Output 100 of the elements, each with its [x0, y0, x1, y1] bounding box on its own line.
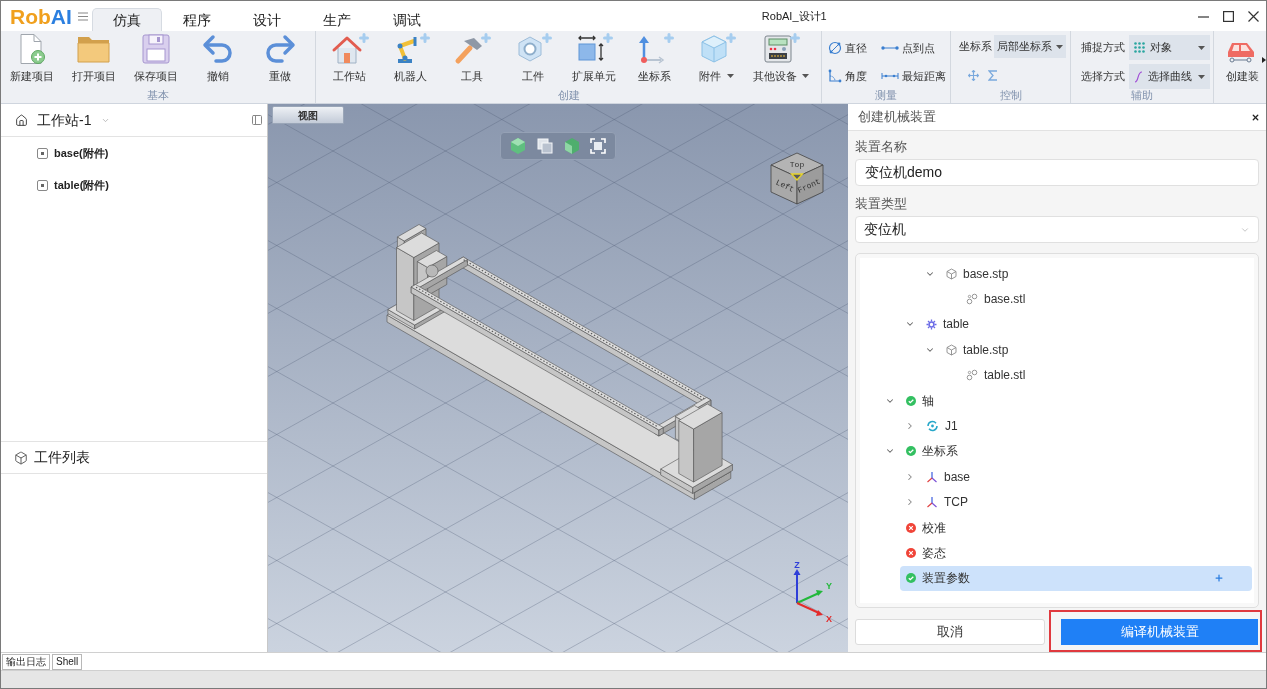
stacked-squares-icon[interactable]: [536, 137, 554, 155]
axis-label: Z: [794, 560, 800, 570]
ribbon-button[interactable]: 附件: [685, 33, 750, 83]
tree-item[interactable]: 轴: [900, 388, 1252, 414]
workstation-dropdown[interactable]: 工作站-1: [37, 109, 111, 131]
window-title: RobAI_设计1: [761, 8, 827, 24]
tree-item[interactable]: base.stp: [940, 261, 1252, 287]
axes-icon: [926, 470, 938, 483]
ribbon-button[interactable]: 保存项目: [125, 33, 187, 83]
tree-item[interactable]: base.stl: [960, 286, 1252, 312]
tree-item[interactable]: TCP: [920, 489, 1252, 515]
panel-title: 创建机械装置: [858, 108, 936, 127]
caret-icon: [1198, 45, 1206, 50]
chevron-right-icon[interactable]: [905, 497, 915, 508]
scroll-right-icon[interactable]: [1262, 57, 1266, 63]
ribbon-button[interactable]: 创建装: [1222, 33, 1262, 83]
tree-item[interactable]: table.stp: [940, 337, 1252, 363]
ribbon-button[interactable]: 扩展单元: [563, 33, 625, 83]
output-tab[interactable]: 输出日志: [2, 653, 50, 670]
measure-tool-button[interactable]: 角度: [827, 62, 872, 90]
group-title: 测量: [875, 89, 898, 102]
axes-icon: [636, 33, 674, 65]
workstation-item[interactable]: table(附件): [1, 169, 267, 201]
mode-dropdown[interactable]: 对象: [1129, 35, 1211, 60]
close-icon[interactable]: [1248, 10, 1259, 22]
group-title: 基本: [147, 89, 170, 102]
ribbon-button[interactable]: 工件: [502, 33, 564, 83]
hammer-icon: [453, 33, 491, 65]
ribbon-button[interactable]: 机器人: [380, 33, 442, 83]
point-to-point-icon: [881, 45, 900, 51]
field-label: 选择方式: [1081, 69, 1126, 85]
tree-item[interactable]: base: [920, 464, 1252, 490]
app-logo: RobAI: [9, 5, 72, 27]
sigma-icon[interactable]: [988, 70, 999, 81]
group-title: 创建: [557, 89, 580, 102]
house-icon: [331, 33, 369, 65]
cube-outline-icon: [946, 343, 957, 356]
diameter-icon: [827, 41, 842, 55]
measure-tool-button[interactable]: 点到点: [881, 34, 951, 62]
rotation-icon: [926, 420, 939, 433]
circles-icon: [966, 369, 978, 382]
ribbon-button[interactable]: 重做: [249, 33, 311, 83]
measure-tool-button[interactable]: 直径: [827, 34, 872, 62]
field-label: 装置名称: [855, 139, 908, 155]
group-title: 辅助: [1131, 89, 1154, 102]
angle-icon: [827, 69, 842, 83]
cancel-button[interactable]: 取消: [855, 619, 1045, 645]
name-input[interactable]: 变位机demo: [855, 159, 1259, 186]
workstation-item[interactable]: base(附件): [1, 137, 267, 169]
tree-item[interactable]: table: [920, 311, 1252, 337]
axis-label: Y: [826, 581, 832, 591]
chevron-right-icon[interactable]: [905, 471, 915, 482]
menu-tab[interactable]: 仿真: [91, 8, 162, 31]
view-tab[interactable]: 视图: [272, 106, 344, 124]
cube-view-icon[interactable]: [564, 137, 580, 155]
cube-view-icon[interactable]: [510, 137, 526, 155]
output-tab[interactable]: Shell: [52, 653, 83, 670]
section-title: 工件列表: [34, 448, 90, 467]
ribbon-button[interactable]: 工作站: [319, 33, 381, 83]
field-label: 装置类型: [855, 196, 908, 212]
compile-button[interactable]: 编译机械装置: [1061, 619, 1258, 645]
tree-item[interactable]: 姿态: [900, 540, 1252, 566]
min-distance-icon: [881, 72, 900, 80]
new-document-icon: [17, 33, 47, 65]
move-icon[interactable]: [968, 70, 980, 81]
chevron-right-icon[interactable]: [905, 421, 915, 432]
field-label: 坐标系: [959, 39, 993, 55]
ribbon-button[interactable]: 新建项目: [1, 33, 63, 83]
tree-item[interactable]: J1: [920, 413, 1252, 439]
maximize-icon[interactable]: [1223, 10, 1234, 22]
tree-item[interactable]: 校准: [900, 515, 1252, 541]
cube-face-label: Top: [789, 160, 805, 169]
tree-item[interactable]: 装置参数: [900, 565, 1252, 591]
fit-view-icon[interactable]: [590, 138, 606, 154]
ribbon-button[interactable]: 坐标系: [624, 33, 686, 83]
cube-outline-icon: [946, 267, 957, 280]
ribbon-button[interactable]: 打开项目: [63, 33, 125, 83]
tree-item[interactable]: 坐标系: [900, 438, 1252, 464]
home-icon: [15, 113, 28, 127]
close-icon[interactable]: [1251, 112, 1260, 122]
measure-tool-button[interactable]: 最短距离: [881, 62, 951, 90]
ribbon-button[interactable]: 撤销: [187, 33, 249, 83]
menu-icon[interactable]: [77, 11, 88, 21]
caret-icon: [1056, 44, 1064, 49]
ribbon-button[interactable]: 其他设备: [749, 33, 814, 83]
cube-icon: [698, 33, 737, 65]
tree-item[interactable]: table.stl: [960, 362, 1252, 388]
caret-icon: [1198, 74, 1206, 79]
cube-icon: [14, 450, 28, 465]
coordinate-dropdown[interactable]: 局部坐标系: [994, 35, 1067, 58]
ribbon-button[interactable]: 工具: [441, 33, 503, 83]
type-select[interactable]: 变位机: [855, 216, 1259, 243]
redo-arrow-icon: [263, 33, 297, 65]
cube-body: [770, 152, 824, 205]
plus-icon[interactable]: [1214, 573, 1224, 584]
panel-toggle-icon[interactable]: [251, 114, 263, 126]
mode-dropdown[interactable]: 选择曲线: [1129, 64, 1211, 89]
gear-icon: [926, 318, 937, 330]
grid-dots-icon: [1134, 42, 1146, 53]
curve-icon: [1134, 70, 1144, 83]
